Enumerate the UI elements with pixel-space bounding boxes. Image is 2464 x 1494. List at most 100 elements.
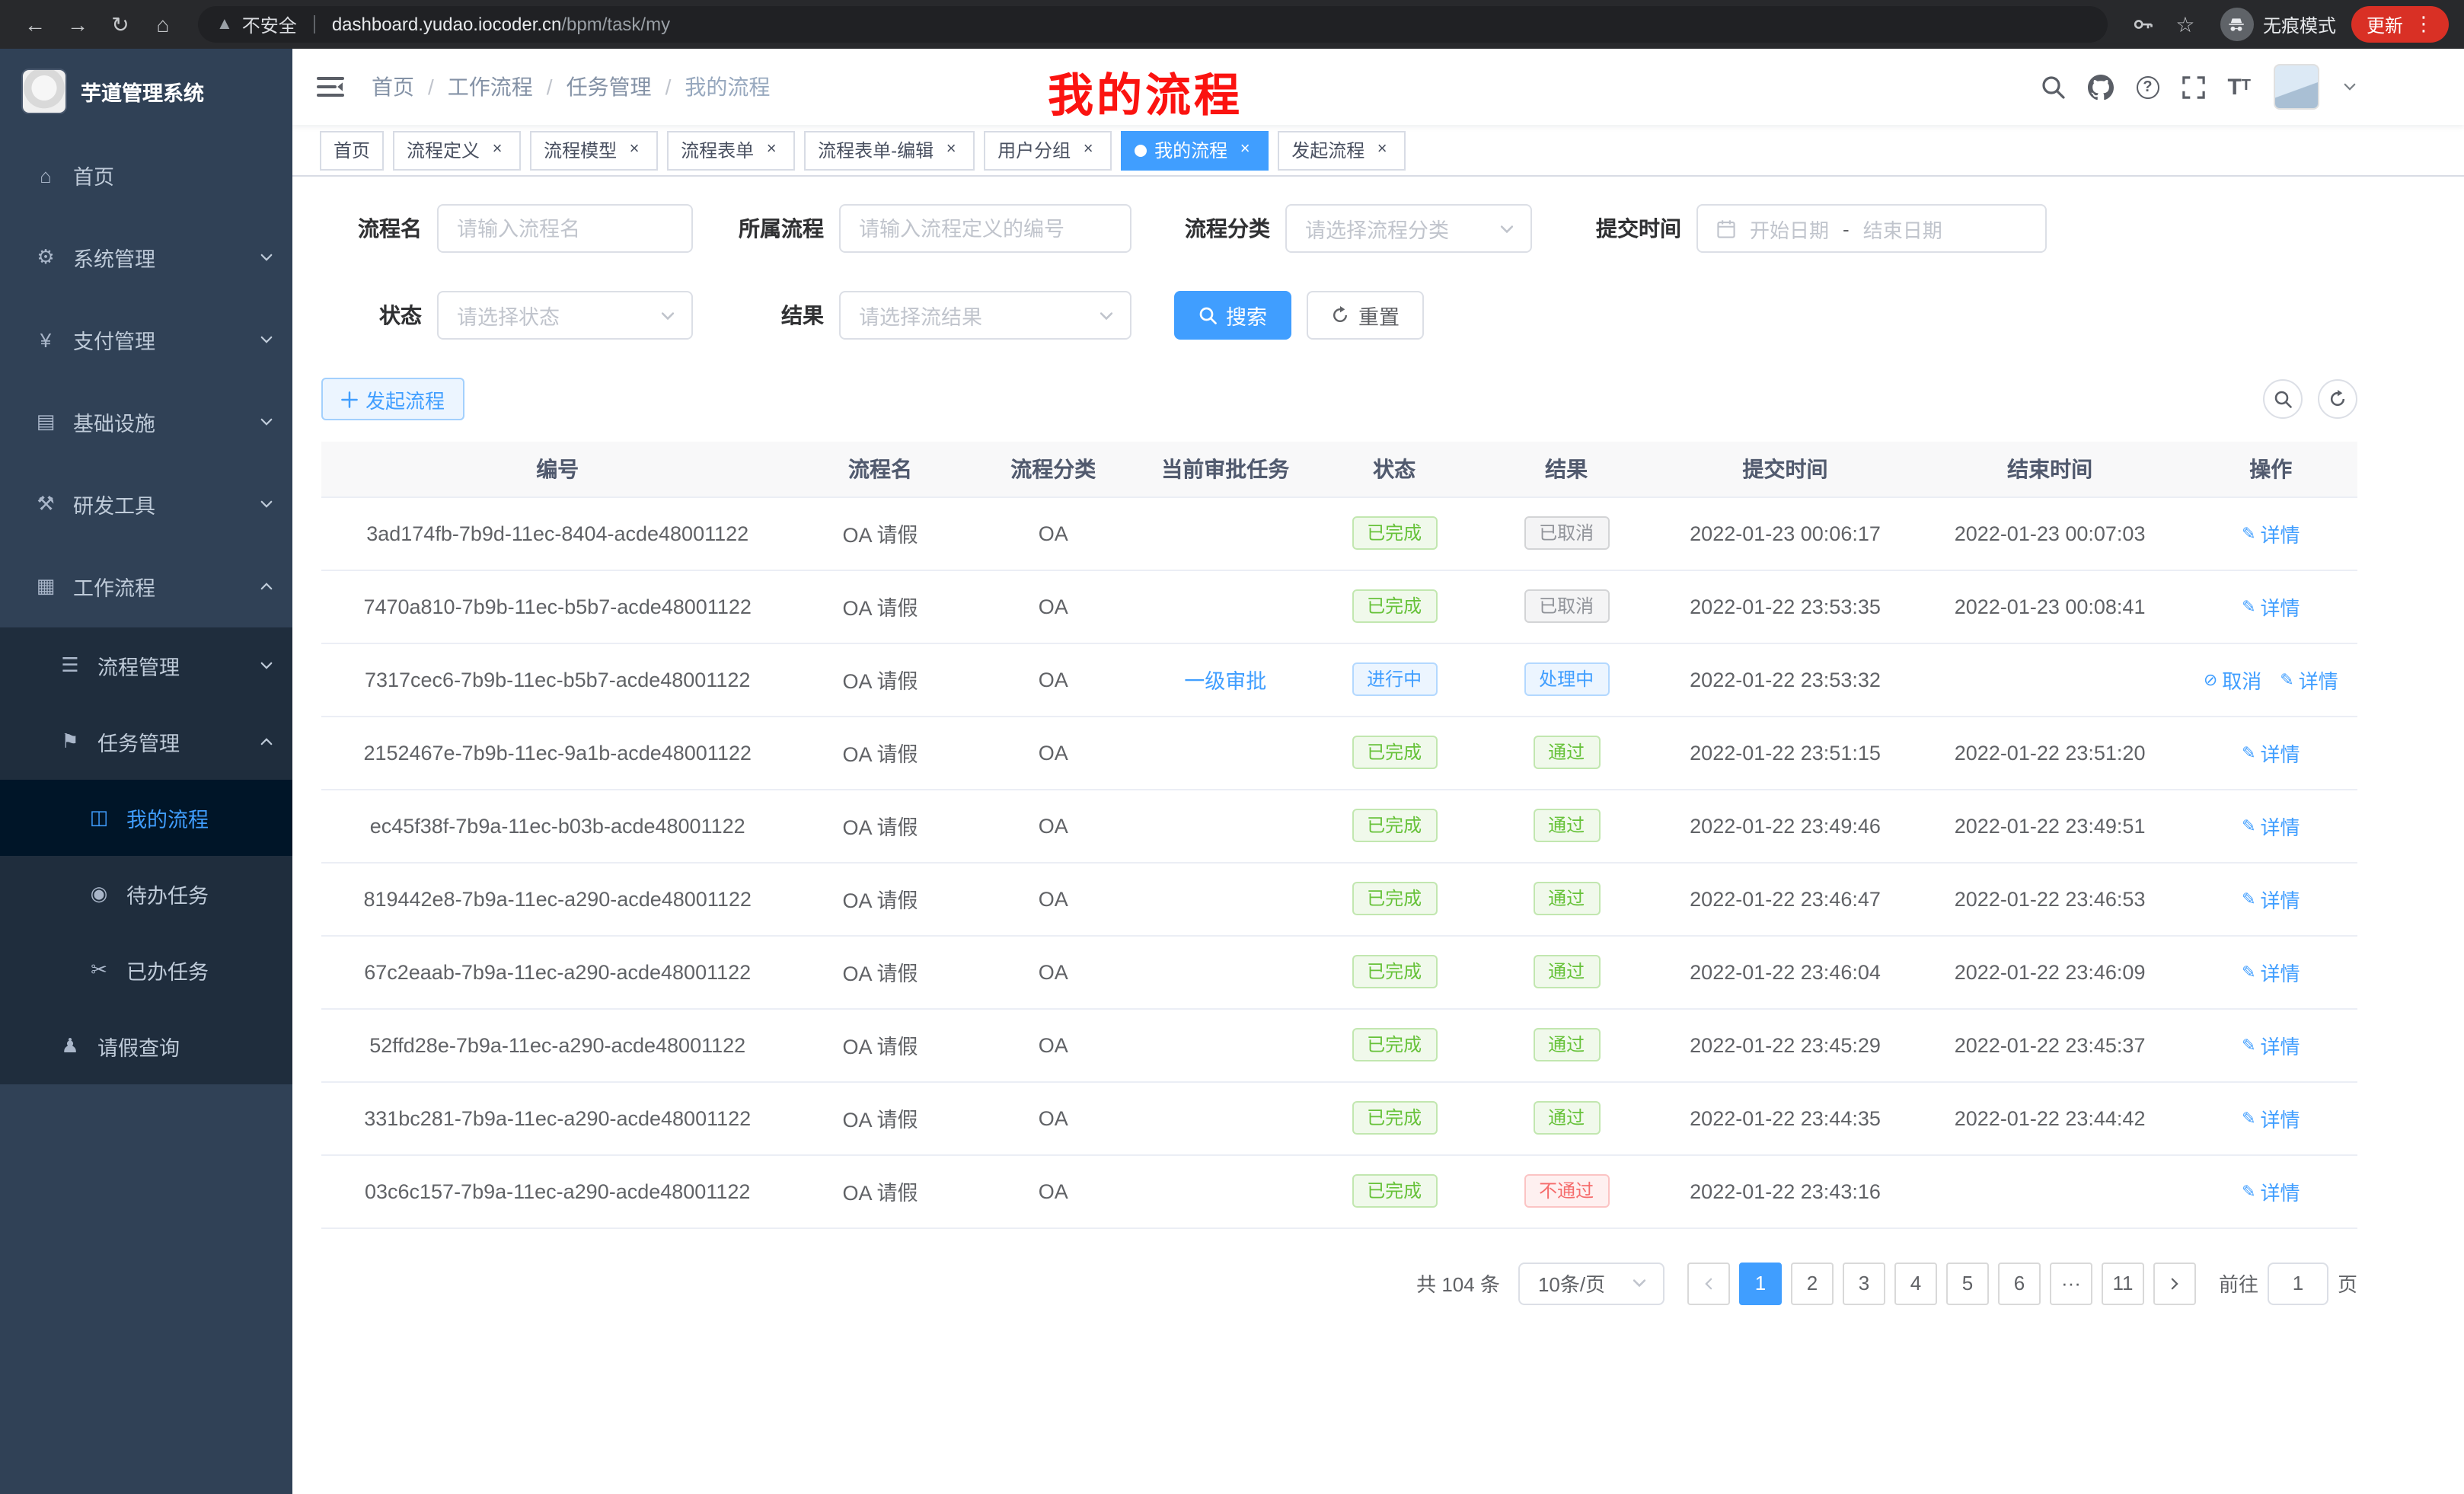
browser-back-icon[interactable]: ←	[15, 5, 55, 44]
search-button[interactable]: 搜索	[1174, 291, 1291, 340]
status-select[interactable]: 请选择状态	[437, 291, 693, 340]
detail-link[interactable]: ✎详情	[2242, 1176, 2300, 1205]
tab-user-group[interactable]: 用户分组×	[984, 130, 1112, 170]
edit-icon: ✎	[2242, 742, 2255, 762]
close-icon[interactable]: ×	[1078, 140, 1098, 160]
detail-link[interactable]: ✎详情	[2242, 592, 2300, 621]
close-icon[interactable]: ×	[487, 140, 507, 160]
sidebar-item-home[interactable]: ⌂首页	[0, 134, 292, 216]
close-icon[interactable]: ×	[1235, 140, 1255, 160]
result-select[interactable]: 请选择流结果	[839, 291, 1131, 340]
tab-home[interactable]: 首页	[320, 130, 384, 170]
tab-process-definition[interactable]: 流程定义×	[393, 130, 521, 170]
process-definition-input[interactable]	[839, 204, 1131, 253]
browser-forward-icon[interactable]: →	[58, 5, 97, 44]
avatar-caret-icon[interactable]	[2342, 79, 2357, 94]
sidebar-item-leave-query[interactable]: ♟请假查询	[0, 1008, 292, 1084]
sidebar-item-done-task[interactable]: ✂已办任务	[0, 932, 292, 1008]
sidebar-item-my-process[interactable]: ◫我的流程	[0, 780, 292, 856]
category-select[interactable]: 请选择流程分类	[1285, 204, 1532, 253]
sidebar-item-label: 支付管理	[73, 324, 155, 355]
search-icon[interactable]	[2040, 75, 2064, 99]
chrome-update-button[interactable]: 更新 ⋮	[2351, 6, 2449, 43]
page-button[interactable]: 2	[1791, 1262, 1834, 1304]
page-button[interactable]: 6	[1998, 1262, 2041, 1304]
sidebar-item-system[interactable]: ⚙系统管理	[0, 216, 292, 298]
page-button[interactable]: 11	[2102, 1262, 2144, 1304]
sidebar-item-label: 工作流程	[73, 571, 155, 602]
detail-link[interactable]: ✎详情	[2242, 884, 2300, 913]
cancel-link[interactable]: ⊘取消	[2204, 665, 2261, 694]
refresh-table-button[interactable]	[2318, 379, 2357, 419]
close-icon[interactable]: ×	[941, 140, 961, 160]
cell-actions: ✎详情	[2185, 496, 2357, 570]
create-process-button[interactable]: 发起流程	[321, 378, 464, 420]
cell-submit-time: 2022-01-22 23:44:35	[1655, 1081, 1915, 1154]
more-pages-icon[interactable]: ···	[2050, 1262, 2092, 1304]
sidebar-item-label: 首页	[73, 160, 114, 190]
incognito-profile[interactable]: 无痕模式	[2220, 8, 2336, 41]
breadcrumb-item[interactable]: 任务管理	[567, 72, 652, 102]
tab-process-form[interactable]: 流程表单×	[667, 130, 795, 170]
font-size-icon[interactable]: TT	[2227, 75, 2251, 98]
github-icon[interactable]	[2087, 74, 2113, 100]
goto-page: 前往 页	[2219, 1262, 2357, 1304]
tab-process-model[interactable]: 流程模型×	[530, 130, 658, 170]
sidebar-item-task-manage[interactable]: ⚑任务管理	[0, 704, 292, 780]
cell-current-task	[1140, 1154, 1311, 1227]
detail-link[interactable]: ✎详情	[2242, 957, 2300, 986]
chevron-up-icon	[259, 734, 274, 749]
bookmark-star-icon[interactable]: ☆	[2166, 5, 2205, 44]
page-button[interactable]: 4	[1894, 1262, 1937, 1304]
close-icon[interactable]: ×	[1372, 140, 1392, 160]
reset-button[interactable]: 重置	[1307, 291, 1424, 340]
hamburger-icon[interactable]	[317, 75, 344, 99]
tab-create-process[interactable]: 发起流程×	[1278, 130, 1406, 170]
detail-link[interactable]: ✎详情	[2280, 665, 2338, 694]
address-bar[interactable]: ▲ 不安全 dashboard.yudao.iocoder.cn/bpm/tas…	[198, 6, 2108, 43]
fullscreen-icon[interactable]	[2182, 75, 2204, 98]
submit-time-range-picker[interactable]: 开始日期 - 结束日期	[1696, 204, 2047, 253]
page-button[interactable]: 3	[1843, 1262, 1885, 1304]
browser-reload-icon[interactable]: ↻	[101, 5, 140, 44]
sidebar-item-todo-task[interactable]: ◉待办任务	[0, 856, 292, 932]
sidebar-item-payment[interactable]: ¥支付管理	[0, 298, 292, 381]
toggle-search-button[interactable]	[2263, 379, 2303, 419]
page-button[interactable]: 1	[1739, 1262, 1782, 1304]
sidebar-item-process-manage[interactable]: ☰流程管理	[0, 627, 292, 704]
range-separator: -	[1843, 217, 1850, 240]
close-icon[interactable]: ×	[761, 140, 781, 160]
tab-my-process[interactable]: 我的流程×	[1121, 130, 1269, 170]
page-size-select[interactable]: 10条/页	[1518, 1262, 1664, 1304]
close-icon[interactable]: ×	[624, 140, 644, 160]
user-avatar[interactable]	[2274, 64, 2319, 110]
detail-link[interactable]: ✎详情	[2242, 1103, 2300, 1132]
detail-link[interactable]: ✎详情	[2242, 1030, 2300, 1059]
prev-page-button[interactable]	[1687, 1262, 1730, 1304]
breadcrumb-item[interactable]: 首页	[372, 72, 414, 102]
main-area: 首页/工作流程/任务管理/我的流程 ? TT 首页流程定义×流程模型×	[292, 49, 2464, 1494]
edit-icon: ✎	[2242, 962, 2255, 982]
leave-query-icon: ♟	[58, 1034, 82, 1058]
next-page-button[interactable]	[2153, 1262, 2196, 1304]
cell-name: OA 请假	[793, 1008, 966, 1081]
goto-page-input[interactable]	[2268, 1262, 2328, 1304]
browser-home-icon[interactable]: ⌂	[143, 5, 183, 44]
current-task-link[interactable]: 一级审批	[1184, 670, 1266, 693]
process-name-input[interactable]	[437, 204, 693, 253]
sidebar-item-workflow[interactable]: ▦工作流程	[0, 545, 292, 627]
app-logo[interactable]: 芋道管理系统	[0, 49, 292, 134]
browser-menu-icon[interactable]: ⋮	[2414, 12, 2434, 37]
help-icon[interactable]: ?	[2136, 75, 2159, 98]
tab-process-form-edit[interactable]: 流程表单-编辑×	[804, 130, 975, 170]
sidebar-item-infrastructure[interactable]: ▤基础设施	[0, 381, 292, 463]
process-name-label: 流程名	[321, 213, 422, 244]
page-button[interactable]: 5	[1946, 1262, 1989, 1304]
detail-link[interactable]: ✎详情	[2242, 738, 2300, 767]
detail-link[interactable]: ✎详情	[2242, 811, 2300, 840]
breadcrumb-item[interactable]: 工作流程	[448, 72, 533, 102]
breadcrumb-separator: /	[547, 75, 553, 99]
password-key-icon[interactable]	[2123, 5, 2162, 44]
sidebar-item-dev-tools[interactable]: ⚒研发工具	[0, 463, 292, 545]
detail-link[interactable]: ✎详情	[2242, 519, 2300, 547]
